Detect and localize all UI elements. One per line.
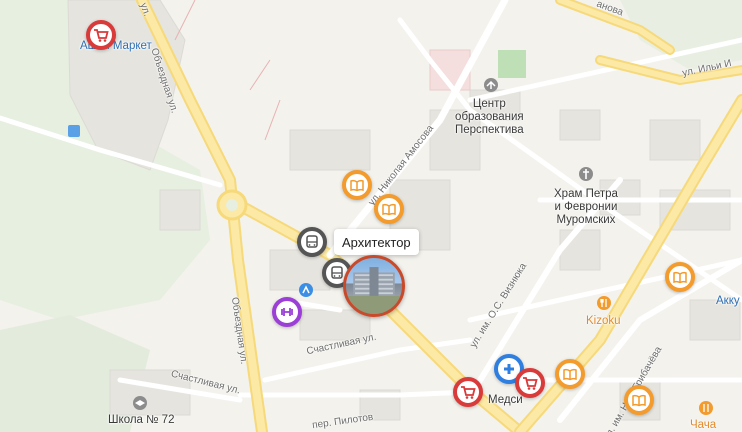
school-icon[interactable] xyxy=(132,395,148,414)
library-pin-3[interactable] xyxy=(665,262,695,292)
building-photo-icon xyxy=(346,267,402,314)
poi-label-hram[interactable]: Храм Петра и Февронии Муромских xyxy=(554,188,618,228)
shop-cart-pin-2[interactable] xyxy=(515,368,545,398)
poi-label-perspektiva[interactable]: Центр образования Перспектива xyxy=(455,98,524,138)
bus-stop-pin[interactable] xyxy=(297,227,327,257)
shop-cart-pin[interactable] xyxy=(86,20,116,50)
poi-label-medsi[interactable]: Медси xyxy=(488,394,523,407)
restaurant-icon[interactable] xyxy=(596,295,612,314)
cafe-icon[interactable] xyxy=(698,400,714,419)
open-book-icon xyxy=(632,394,646,407)
library-pin-4[interactable] xyxy=(555,359,585,389)
sports-field xyxy=(498,50,526,78)
open-book-icon xyxy=(350,179,364,192)
library-pin-2[interactable] xyxy=(374,194,404,224)
map-base-layer xyxy=(0,0,742,432)
shop-cart-pin-3[interactable] xyxy=(453,377,483,407)
poi-label-akku[interactable]: Акку xyxy=(716,295,740,308)
shopping-cart-icon xyxy=(94,29,109,42)
shopping-cart-icon xyxy=(461,386,476,399)
library-pin-1[interactable] xyxy=(342,170,372,200)
poi-label-chacha[interactable]: Чача xyxy=(690,419,716,432)
sport-blue-icon[interactable] xyxy=(298,282,314,301)
open-book-icon xyxy=(563,368,577,381)
callout-title: Архитектор xyxy=(342,234,411,250)
education-center-icon[interactable] xyxy=(483,77,499,96)
gym-pin[interactable] xyxy=(272,297,302,327)
map-view[interactable]: ул. Объездная ул. Объездная ул. ул. Нико… xyxy=(0,0,742,432)
church-cross-icon[interactable] xyxy=(578,166,594,185)
open-book-icon xyxy=(382,203,396,216)
parking-icon[interactable] xyxy=(68,125,80,140)
bus-icon xyxy=(306,235,318,248)
dumbbell-icon xyxy=(281,308,293,316)
poi-label-kizoku[interactable]: Kizoku xyxy=(586,315,621,328)
library-pin-5[interactable] xyxy=(624,385,654,415)
medical-cross-icon xyxy=(504,364,514,374)
selected-place-callout[interactable]: Архитектор xyxy=(334,229,419,255)
selected-place-photo-marker[interactable] xyxy=(343,255,405,317)
poi-label-school-72[interactable]: Школа № 72 xyxy=(108,414,174,427)
open-book-icon xyxy=(673,271,687,284)
shopping-cart-icon xyxy=(523,377,538,390)
bus-icon xyxy=(331,266,343,279)
